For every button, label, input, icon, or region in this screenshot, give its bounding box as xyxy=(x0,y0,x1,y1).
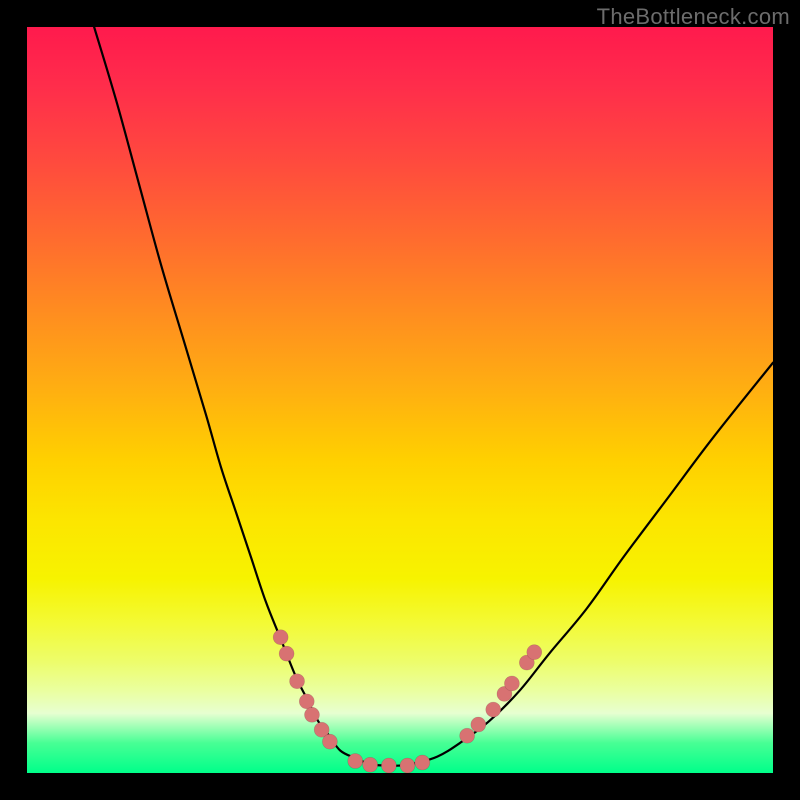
data-marker xyxy=(273,630,288,645)
data-marker xyxy=(504,676,519,691)
plot-area xyxy=(27,27,773,773)
data-marker xyxy=(381,758,396,773)
data-marker xyxy=(299,694,314,709)
chart-svg xyxy=(27,27,773,773)
data-marker xyxy=(415,755,430,770)
data-marker xyxy=(322,734,337,749)
data-marker xyxy=(460,728,475,743)
data-marker xyxy=(304,707,319,722)
data-marker xyxy=(400,758,415,773)
marker-layer xyxy=(273,630,542,773)
data-marker xyxy=(471,717,486,732)
attribution-text: TheBottleneck.com xyxy=(597,4,790,30)
bottleneck-curve xyxy=(94,27,773,766)
chart-frame: TheBottleneck.com xyxy=(0,0,800,800)
data-marker xyxy=(279,646,294,661)
data-marker xyxy=(486,702,501,717)
data-marker xyxy=(527,645,542,660)
data-marker xyxy=(348,754,363,769)
data-marker xyxy=(290,674,305,689)
data-marker xyxy=(363,757,378,772)
